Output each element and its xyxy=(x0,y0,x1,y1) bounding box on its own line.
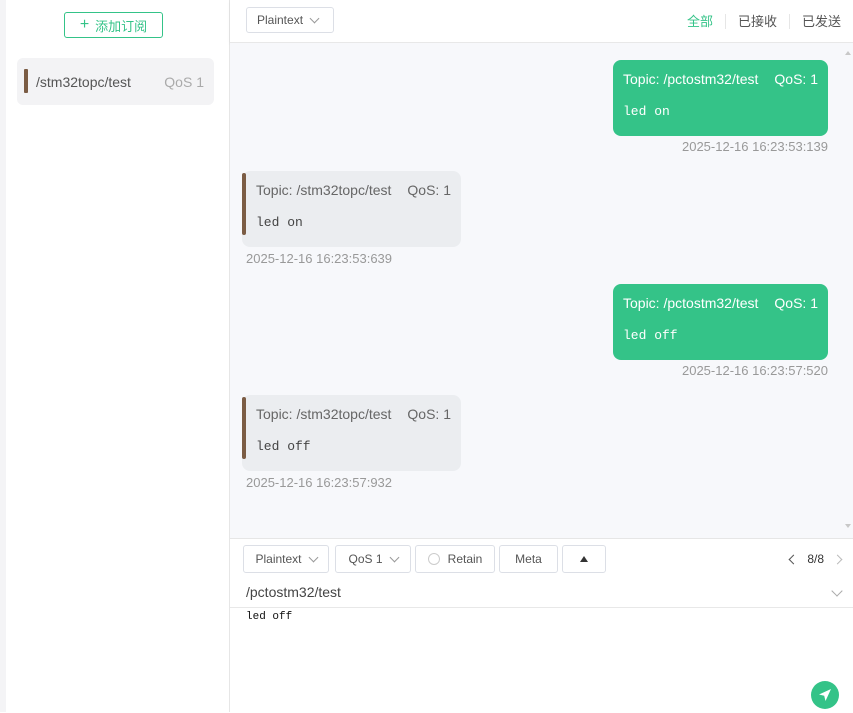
message-qos: QoS: 1 xyxy=(774,71,818,87)
subscription-topic: /stm32topc/test xyxy=(36,74,131,90)
triangle-up-icon xyxy=(580,556,588,562)
subscription-qos: QoS 1 xyxy=(164,74,204,90)
message-filter-tabs: 全部 已接收 已发送 xyxy=(675,14,853,29)
add-subscription-label: 添加订阅 xyxy=(95,18,148,34)
message-payload: led off xyxy=(256,439,311,454)
message-topic: Topic: /stm32topc/test xyxy=(256,406,392,422)
send-button[interactable] xyxy=(811,681,839,709)
subscription-item[interactable]: /stm32topc/test QoS 1 xyxy=(17,58,214,105)
previous-arrow-icon[interactable] xyxy=(788,554,799,564)
tab-sent[interactable]: 已发送 xyxy=(788,14,853,29)
collapse-button[interactable] xyxy=(562,545,606,573)
message-timestamp: 2025-12-16 16:23:57:932 xyxy=(246,475,393,490)
message-payload: led off xyxy=(623,328,678,343)
payload-format-select[interactable]: Plaintext xyxy=(246,7,334,33)
message-topic: Topic: /pctostm32/test xyxy=(623,295,759,311)
received-color-bar xyxy=(242,397,246,459)
publish-topic-input[interactable]: /pctostm32/test xyxy=(246,584,341,600)
message-timestamp: 2025-12-16 16:23:53:639 xyxy=(246,251,393,266)
tab-all[interactable]: 全部 xyxy=(675,14,725,29)
payload-editor[interactable]: led off xyxy=(246,611,292,623)
received-message-bubble: Topic: /stm32topc/test QoS: 1 led off xyxy=(242,395,461,471)
sidebar-edge xyxy=(0,0,6,712)
message-header: Topic: /stm32topc/test QoS: 1 xyxy=(256,406,451,422)
meta-label: Meta xyxy=(515,552,542,566)
retain-radio[interactable] xyxy=(427,553,440,565)
meta-button[interactable]: Meta xyxy=(499,545,558,573)
message-topic: Topic: /stm32topc/test xyxy=(256,182,392,198)
message-payload: led on xyxy=(623,104,670,119)
tab-received[interactable]: 已接收 xyxy=(724,14,789,29)
plus-icon: + xyxy=(79,16,90,33)
subscription-color-bar xyxy=(24,69,28,93)
qos-value: QoS 1 xyxy=(348,552,383,566)
sent-message-bubble: Topic: /pctostm32/test QoS: 1 led on xyxy=(613,60,828,136)
send-icon xyxy=(819,689,831,701)
received-message-bubble: Topic: /stm32topc/test QoS: 1 led on xyxy=(242,171,461,247)
chevron-down-icon xyxy=(389,552,399,562)
composer-format-value: Plaintext xyxy=(255,552,302,566)
message-panel: Plaintext 全部 已接收 已发送 Topic: /pctostm32/t… xyxy=(230,0,853,713)
scroll-down-arrow-icon[interactable] xyxy=(845,524,851,528)
history-pager: 8/8 xyxy=(788,552,843,566)
message-qos: QoS: 1 xyxy=(407,406,451,422)
qos-select[interactable]: QoS 1 xyxy=(335,545,411,573)
pager-count: 8/8 xyxy=(807,552,824,566)
message-header: Topic: /pctostm32/test QoS: 1 xyxy=(623,71,818,87)
message-timestamp: 2025-12-16 16:23:53:139 xyxy=(681,139,828,154)
composer-format-select[interactable]: Plaintext xyxy=(243,545,329,573)
scroll-up-arrow-icon[interactable] xyxy=(845,51,851,55)
message-qos: QoS: 1 xyxy=(407,182,451,198)
publish-composer: Plaintext QoS 1 Retain Meta 8/8 /pctostm… xyxy=(230,538,853,713)
message-header: Topic: /stm32topc/test QoS: 1 xyxy=(256,182,451,198)
message-list[interactable]: Topic: /pctostm32/test QoS: 1 led on 202… xyxy=(230,43,853,538)
topic-field[interactable]: /pctostm32/test xyxy=(230,579,853,608)
subscription-sidebar: + 添加订阅 /stm32topc/test QoS 1 xyxy=(0,0,230,712)
next-arrow-icon[interactable] xyxy=(832,554,843,564)
message-toolbar: Plaintext 全部 已接收 已发送 xyxy=(230,0,853,43)
chevron-down-icon xyxy=(308,552,318,562)
chevron-down-icon xyxy=(309,13,320,23)
message-payload: led on xyxy=(256,215,303,230)
payload-format-value: Plaintext xyxy=(257,13,304,27)
message-timestamp: 2025-12-16 16:23:57:520 xyxy=(681,363,828,378)
add-subscription-button[interactable]: + 添加订阅 xyxy=(64,12,163,38)
message-qos: QoS: 1 xyxy=(774,295,818,311)
message-topic: Topic: /pctostm32/test xyxy=(623,71,759,87)
received-color-bar xyxy=(242,173,246,235)
sent-message-bubble: Topic: /pctostm32/test QoS: 1 led off xyxy=(613,284,828,360)
retain-toggle[interactable]: Retain xyxy=(415,545,495,573)
retain-label: Retain xyxy=(447,552,483,566)
message-header: Topic: /pctostm32/test QoS: 1 xyxy=(623,295,818,311)
chevron-down-icon[interactable] xyxy=(831,585,843,597)
